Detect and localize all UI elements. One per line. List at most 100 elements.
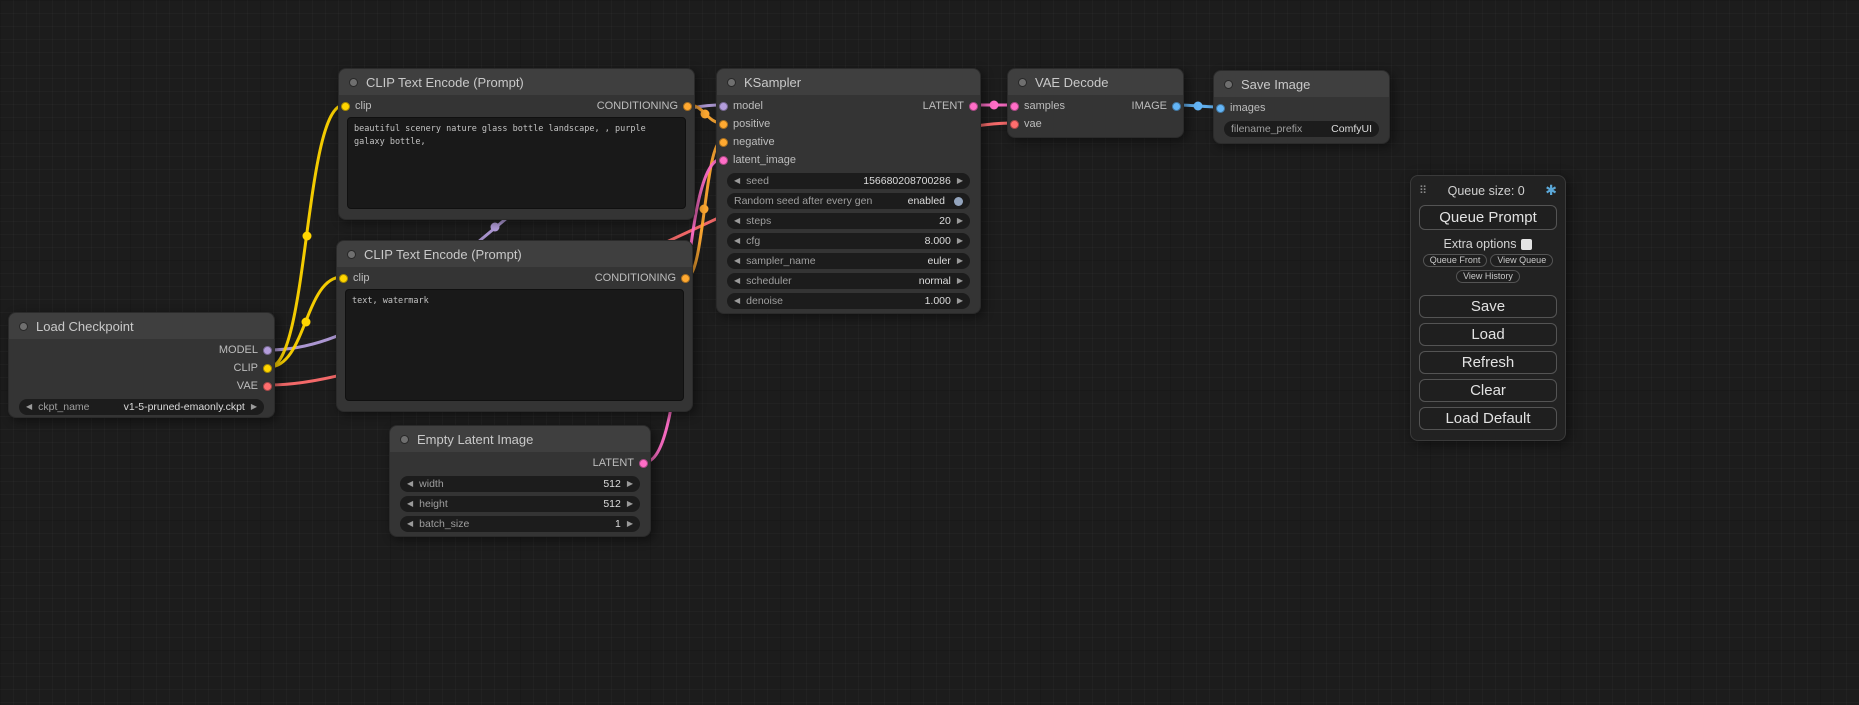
ckpt-name-widget[interactable]: ◀ ckpt_name v1-5-pruned-emaonly.ckpt ▶: [19, 399, 264, 415]
collapse-dot[interactable]: [19, 322, 28, 331]
output-dot-conditioning[interactable]: [681, 274, 690, 283]
collapse-dot[interactable]: [347, 250, 356, 259]
node-clip-text-encode-negative[interactable]: CLIP Text Encode (Prompt) clip CONDITION…: [336, 240, 693, 412]
input-slot-clip[interactable]: clip: [341, 100, 372, 112]
node-title-bar[interactable]: Load Checkpoint: [9, 313, 274, 339]
save-button[interactable]: Save: [1419, 295, 1557, 318]
input-dot-images[interactable]: [1216, 104, 1225, 113]
decrement-icon[interactable]: ◀: [734, 277, 740, 285]
decrement-icon[interactable]: ◀: [734, 177, 740, 185]
input-slot-images[interactable]: images: [1216, 102, 1265, 114]
output-slot-latent[interactable]: LATENT: [923, 100, 978, 112]
seed-widget[interactable]: ◀ seed 156680208700286 ▶: [727, 173, 970, 189]
node-load-checkpoint[interactable]: Load Checkpoint MODEL CLIP VAE ◀ ckpt_na…: [8, 312, 275, 418]
output-dot-vae[interactable]: [263, 382, 272, 391]
drag-handle-icon[interactable]: ⠿: [1419, 184, 1427, 197]
output-slot-vae[interactable]: VAE: [237, 380, 272, 392]
increment-icon[interactable]: ▶: [957, 237, 963, 245]
random-seed-toggle[interactable]: [954, 197, 963, 206]
output-slot-conditioning[interactable]: CONDITIONING: [595, 272, 690, 284]
filename-prefix-widget[interactable]: filename_prefix ComfyUI: [1224, 121, 1379, 137]
output-dot-conditioning[interactable]: [683, 102, 692, 111]
node-clip-text-encode-positive[interactable]: CLIP Text Encode (Prompt) clip CONDITION…: [338, 68, 695, 220]
decrement-icon[interactable]: ◀: [734, 237, 740, 245]
input-dot-latent-image[interactable]: [719, 156, 728, 165]
node-title-bar[interactable]: Empty Latent Image: [390, 426, 650, 452]
clear-button[interactable]: Clear: [1419, 379, 1557, 402]
output-dot-latent[interactable]: [639, 459, 648, 468]
node-title-bar[interactable]: CLIP Text Encode (Prompt): [339, 69, 694, 95]
input-dot-vae[interactable]: [1010, 120, 1019, 129]
node-title-bar[interactable]: CLIP Text Encode (Prompt): [337, 241, 692, 267]
load-button[interactable]: Load: [1419, 323, 1557, 346]
random-seed-widget[interactable]: Random seed after every gen enabled: [727, 193, 970, 209]
input-dot-model[interactable]: [719, 102, 728, 111]
node-title-bar[interactable]: VAE Decode: [1008, 69, 1183, 95]
increment-icon[interactable]: ▶: [627, 500, 633, 508]
queue-front-button[interactable]: Queue Front: [1423, 254, 1488, 267]
input-slot-negative[interactable]: negative: [719, 136, 775, 148]
node-title-bar[interactable]: Save Image: [1214, 71, 1389, 97]
collapse-dot[interactable]: [349, 78, 358, 87]
positive-prompt-textarea[interactable]: beautiful scenery nature glass bottle la…: [347, 117, 686, 209]
output-dot-latent[interactable]: [969, 102, 978, 111]
decrement-icon[interactable]: ◀: [407, 500, 413, 508]
collapse-dot[interactable]: [1018, 78, 1027, 87]
view-history-button[interactable]: View History: [1456, 270, 1520, 283]
input-dot-positive[interactable]: [719, 120, 728, 129]
increment-icon[interactable]: ▶: [957, 297, 963, 305]
node-ksampler[interactable]: KSampler model LATENT positive negative: [716, 68, 981, 314]
node-vae-decode[interactable]: VAE Decode samples IMAGE vae: [1007, 68, 1184, 138]
increment-icon[interactable]: ▶: [627, 520, 633, 528]
increment-icon[interactable]: ▶: [251, 403, 257, 411]
increment-icon[interactable]: ▶: [957, 177, 963, 185]
input-dot-samples[interactable]: [1010, 102, 1019, 111]
input-dot-negative[interactable]: [719, 138, 728, 147]
decrement-icon[interactable]: ◀: [407, 520, 413, 528]
output-slot-clip[interactable]: CLIP: [234, 362, 272, 374]
node-save-image[interactable]: Save Image images filename_prefix ComfyU…: [1213, 70, 1390, 144]
queue-prompt-button[interactable]: Queue Prompt: [1419, 205, 1557, 230]
decrement-icon[interactable]: ◀: [407, 480, 413, 488]
decrement-icon[interactable]: ◀: [26, 403, 32, 411]
input-slot-model[interactable]: model: [719, 100, 763, 112]
output-dot-image[interactable]: [1172, 102, 1181, 111]
input-slot-latent-image[interactable]: latent_image: [719, 154, 796, 166]
output-slot-model[interactable]: MODEL: [219, 344, 272, 356]
refresh-button[interactable]: Refresh: [1419, 351, 1557, 374]
input-slot-samples[interactable]: samples: [1010, 100, 1065, 112]
collapse-dot[interactable]: [1224, 80, 1233, 89]
output-slot-image[interactable]: IMAGE: [1132, 100, 1181, 112]
node-title-bar[interactable]: KSampler: [717, 69, 980, 95]
input-slot-clip[interactable]: clip: [339, 272, 370, 284]
output-slot-conditioning[interactable]: CONDITIONING: [597, 100, 692, 112]
extra-options-checkbox[interactable]: [1521, 239, 1532, 250]
increment-icon[interactable]: ▶: [627, 480, 633, 488]
steps-widget[interactable]: ◀ steps 20 ▶: [727, 213, 970, 229]
settings-gear-icon[interactable]: ✱: [1545, 182, 1557, 199]
input-dot-clip[interactable]: [339, 274, 348, 283]
comfyui-canvas[interactable]: { "icons": { "left_arrow": "◀", "right_a…: [0, 0, 1859, 705]
queue-panel[interactable]: ⠿ Queue size: 0 ✱ Queue Prompt Extra opt…: [1410, 175, 1566, 441]
input-slot-vae[interactable]: vae: [1010, 118, 1042, 130]
decrement-icon[interactable]: ◀: [734, 217, 740, 225]
node-empty-latent-image[interactable]: Empty Latent Image LATENT ◀ width 512 ▶ …: [389, 425, 651, 537]
denoise-widget[interactable]: ◀ denoise 1.000 ▶: [727, 293, 970, 309]
sampler-name-widget[interactable]: ◀ sampler_name euler ▶: [727, 253, 970, 269]
increment-icon[interactable]: ▶: [957, 257, 963, 265]
output-slot-latent[interactable]: LATENT: [593, 457, 648, 469]
batch-size-widget[interactable]: ◀ batch_size 1 ▶: [400, 516, 640, 532]
negative-prompt-textarea[interactable]: text, watermark: [345, 289, 684, 401]
view-queue-button[interactable]: View Queue: [1490, 254, 1553, 267]
cfg-widget[interactable]: ◀ cfg 8.000 ▶: [727, 233, 970, 249]
collapse-dot[interactable]: [727, 78, 736, 87]
decrement-icon[interactable]: ◀: [734, 297, 740, 305]
width-widget[interactable]: ◀ width 512 ▶: [400, 476, 640, 492]
height-widget[interactable]: ◀ height 512 ▶: [400, 496, 640, 512]
load-default-button[interactable]: Load Default: [1419, 407, 1557, 430]
collapse-dot[interactable]: [400, 435, 409, 444]
increment-icon[interactable]: ▶: [957, 277, 963, 285]
input-dot-clip[interactable]: [341, 102, 350, 111]
scheduler-widget[interactable]: ◀ scheduler normal ▶: [727, 273, 970, 289]
input-slot-positive[interactable]: positive: [719, 118, 770, 130]
